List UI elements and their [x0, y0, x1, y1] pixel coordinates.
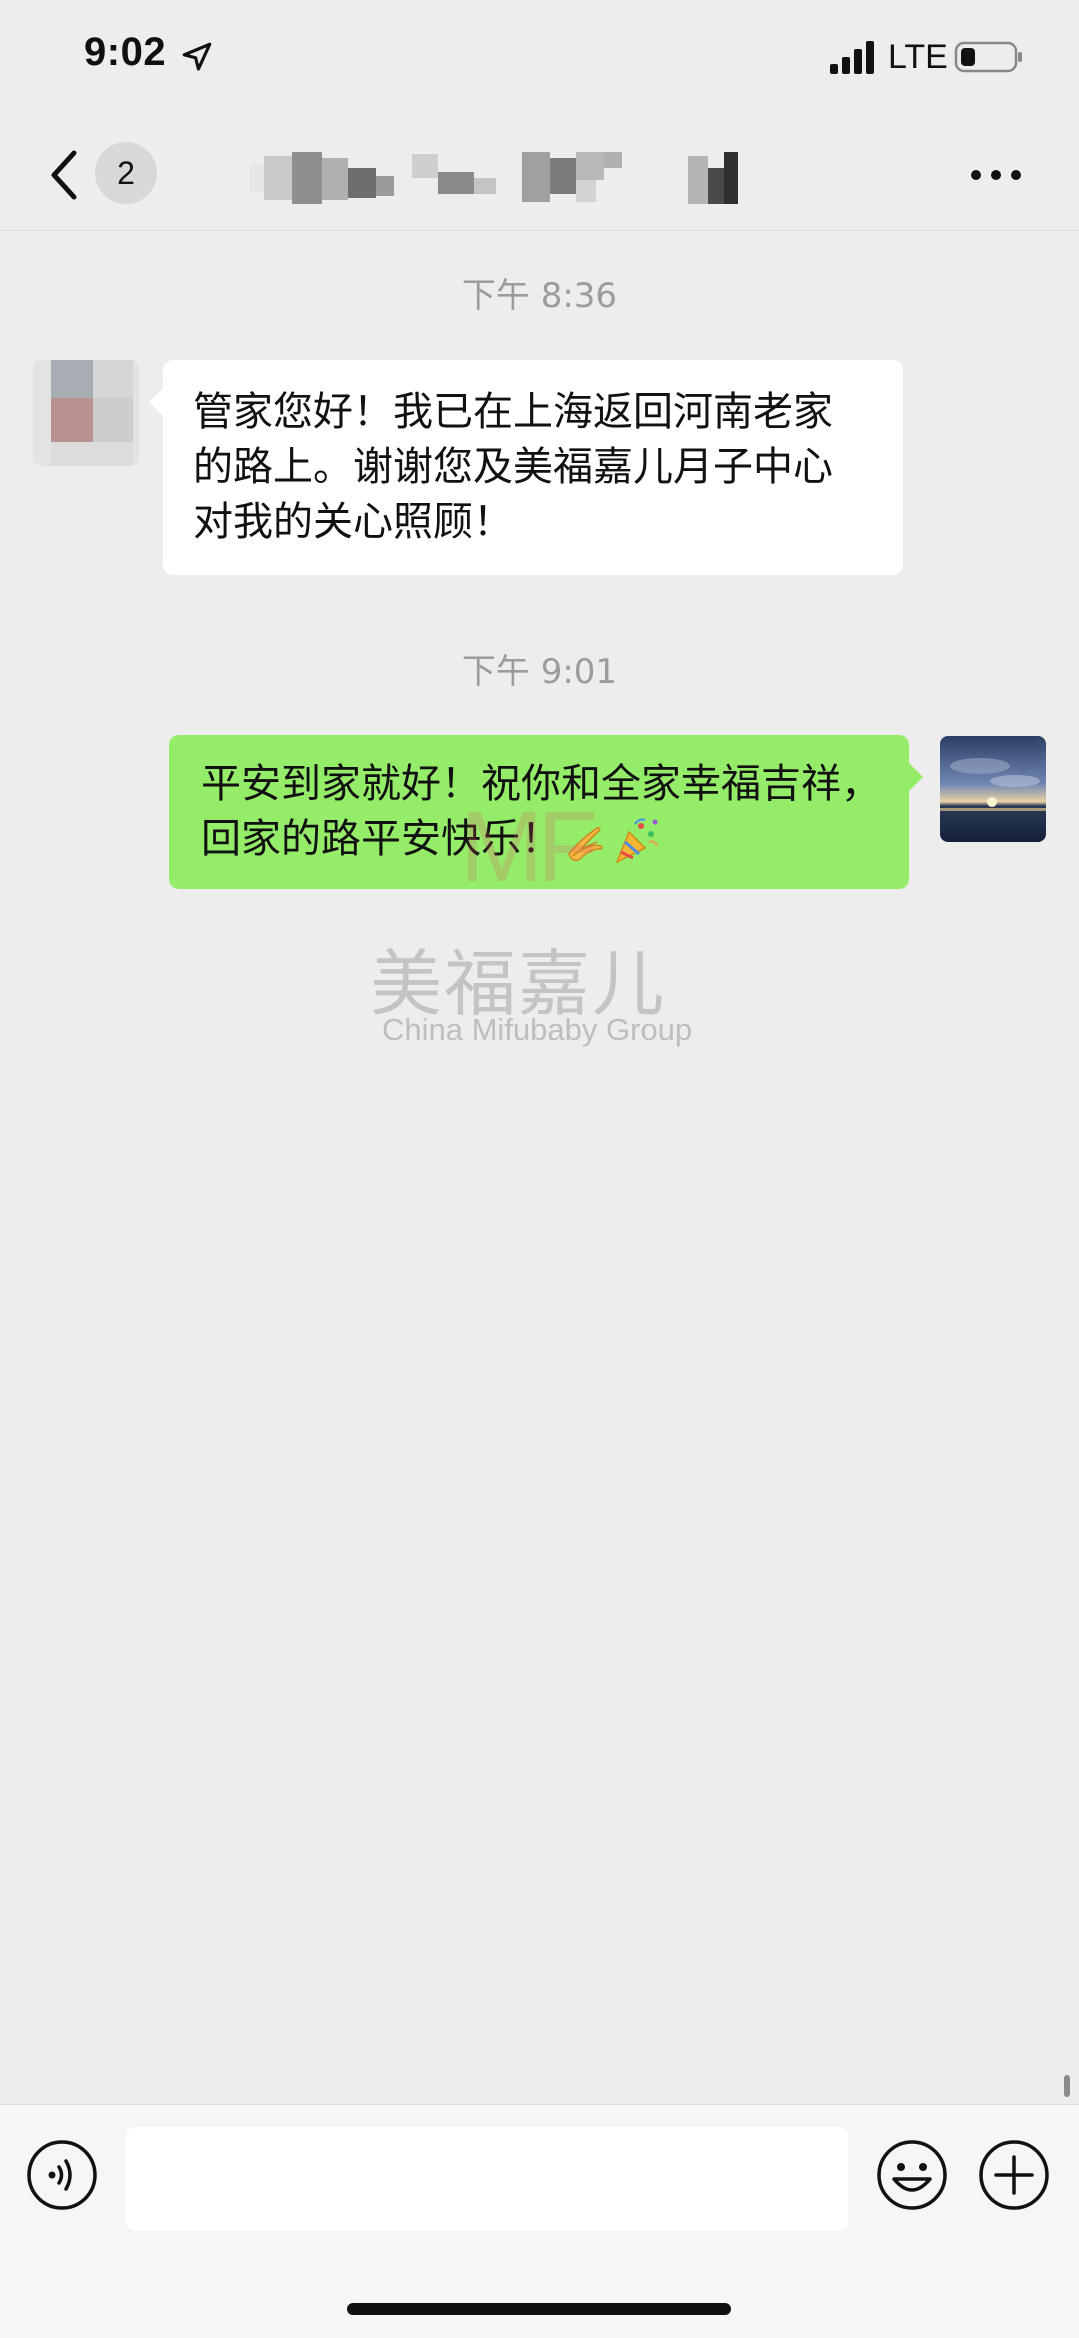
more-icon[interactable]	[970, 162, 1022, 188]
back-chevron-icon[interactable]	[44, 145, 84, 205]
outgoing-message-bubble[interactable]: 平安到家就好！祝你和全家幸福吉祥，回家的路平安快乐！	[169, 735, 923, 889]
party-popper-emoji	[615, 818, 658, 864]
clapping-hands-emoji	[568, 827, 603, 862]
chat-title-blurred	[250, 152, 738, 204]
signal-icon	[830, 41, 874, 74]
network-label: LTE	[888, 38, 948, 76]
incoming-message-bubble[interactable]: 管家您好！我已在上海返回河南老家的路上。谢谢您及美福嘉儿月子中心对我的关心照顾！	[149, 360, 903, 575]
scroll-indicator[interactable]	[1064, 2075, 1070, 2097]
nav-bar: 2	[0, 120, 1079, 231]
contact-avatar[interactable]	[33, 360, 139, 466]
unread-count-badge[interactable]: 2	[95, 142, 157, 204]
message-timestamp: 下午 9:01	[461, 652, 618, 692]
input-bar	[0, 2104, 1079, 2338]
emoji-icon[interactable]	[876, 2139, 948, 2211]
status-bar: 9:02 LTE	[0, 0, 1079, 120]
battery-icon	[954, 41, 1022, 73]
plus-icon[interactable]	[978, 2139, 1050, 2211]
my-avatar[interactable]	[940, 736, 1046, 842]
message-timestamp: 下午 8:36	[461, 276, 618, 316]
home-indicator[interactable]	[347, 2303, 731, 2315]
watermark-name-cn: 美福嘉儿	[370, 942, 667, 1026]
voice-icon[interactable]	[26, 2139, 98, 2211]
status-time: 9:02	[84, 30, 167, 74]
location-arrow-icon	[182, 42, 212, 71]
message-input[interactable]	[126, 2127, 848, 2231]
watermark-name-en: China Mifubaby Group	[382, 1012, 693, 1047]
outgoing-message-text: 平安到家就好！祝你和全家幸福吉祥，回家的路平安快乐！	[201, 761, 881, 862]
